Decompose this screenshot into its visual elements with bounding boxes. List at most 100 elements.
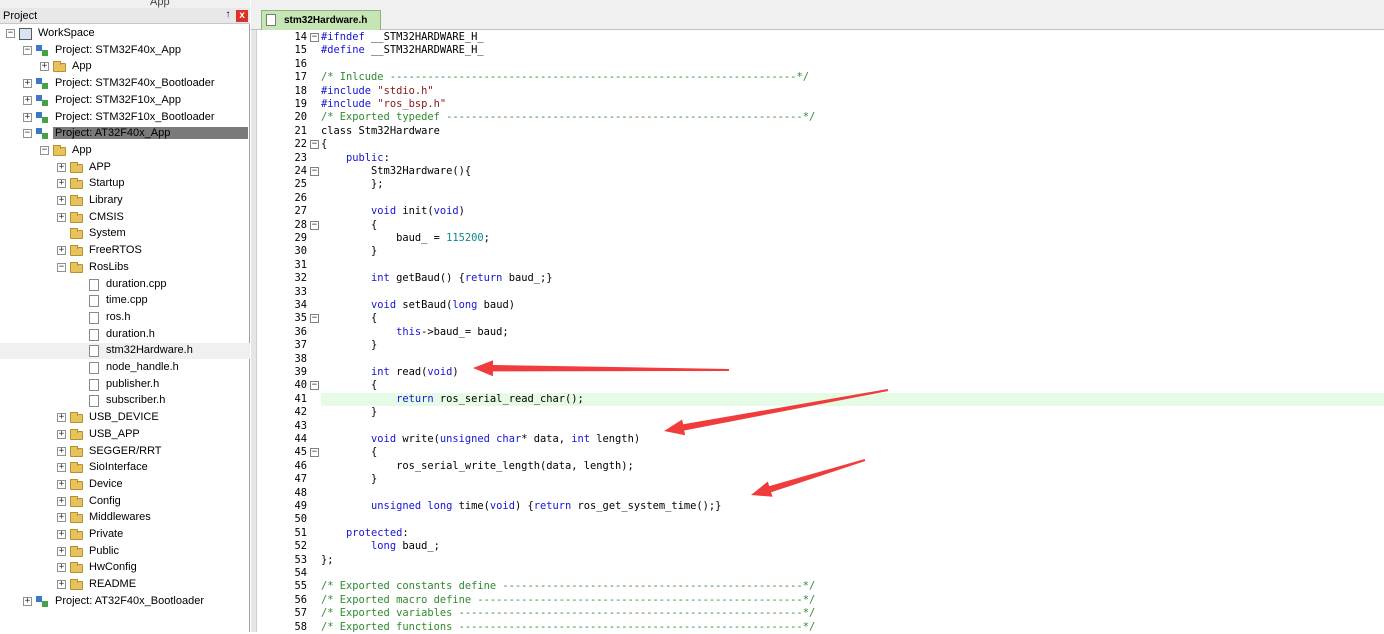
tree-item[interactable]: time.cpp: [0, 293, 250, 309]
folder-icon: [69, 445, 85, 459]
folder-icon: [69, 561, 85, 575]
toolbar-app-label[interactable]: App: [150, 0, 170, 8]
tree-item-label: Project: STM32F40x_App: [55, 43, 181, 56]
editor-tabbar: stm32Hardware.h: [251, 0, 1384, 30]
expand-icon[interactable]: +: [57, 479, 66, 489]
tree-item-label: stm32Hardware.h: [106, 344, 193, 357]
tree-item-label: FreeRTOS: [89, 244, 142, 257]
folder-icon: [69, 411, 85, 425]
tree-item[interactable]: System: [0, 226, 250, 242]
tree-item[interactable]: subscriber.h: [0, 393, 250, 409]
tree-item-label: SioInterface: [89, 461, 148, 474]
collapse-icon[interactable]: −: [57, 262, 66, 272]
expand-icon[interactable]: +: [23, 596, 32, 606]
folder-icon: [69, 161, 85, 175]
folder-icon: [69, 578, 85, 592]
file-icon: [86, 378, 102, 392]
tree-item-label: duration.h: [106, 327, 155, 340]
workspace-icon: [18, 27, 34, 41]
tree-item[interactable]: + Project: STM32F10x_App: [0, 93, 250, 109]
tree-item[interactable]: − App: [0, 143, 250, 159]
tree-item[interactable]: stm32Hardware.h: [0, 343, 250, 360]
pin-icon[interactable]: ↑: [222, 9, 234, 20]
code-editor[interactable]: 14− #ifndef __STM32HARDWARE_H_ 15 #define _…: [251, 30, 1384, 633]
tree-item[interactable]: + SEGGER/RRT: [0, 444, 250, 460]
expand-icon[interactable]: +: [57, 246, 66, 256]
tree-item-label: Project: AT32F40x_Bootloader: [55, 594, 204, 607]
folder-icon: [69, 244, 85, 258]
arrow-icon: [664, 389, 889, 436]
tree-item[interactable]: + HwConfig: [0, 560, 250, 576]
panel-title: Project: [3, 10, 38, 22]
expand-icon[interactable]: +: [23, 95, 32, 105]
tree-item[interactable]: node_handle.h: [0, 360, 250, 376]
tree-item[interactable]: + Project: STM32F40x_Bootloader: [0, 76, 250, 92]
tree-item[interactable]: + APP: [0, 160, 250, 176]
tree-item-label: Middlewares: [89, 511, 151, 524]
tree-item[interactable]: duration.cpp: [0, 277, 250, 293]
folder-icon: [52, 60, 68, 74]
tree-item[interactable]: + Middlewares: [0, 510, 250, 526]
expand-icon[interactable]: +: [57, 212, 66, 222]
close-icon[interactable]: x: [236, 10, 248, 22]
tree-item[interactable]: + CMSIS: [0, 210, 250, 226]
tree-item-label: HwConfig: [89, 561, 137, 574]
expand-icon[interactable]: +: [23, 79, 32, 89]
expand-icon[interactable]: +: [57, 513, 66, 523]
tree-item[interactable]: + Project: AT32F40x_Bootloader: [0, 594, 250, 610]
tree-item-label: USB_APP: [89, 427, 140, 440]
tree-item[interactable]: + USB_DEVICE: [0, 410, 250, 426]
tree-item-label: Public: [89, 544, 119, 557]
tree-item[interactable]: + Public: [0, 544, 250, 560]
expand-icon[interactable]: +: [57, 463, 66, 473]
tree-item[interactable]: + FreeRTOS: [0, 243, 250, 259]
expand-icon[interactable]: +: [57, 446, 66, 456]
project-icon: [35, 111, 51, 125]
tree-item[interactable]: ros.h: [0, 310, 250, 326]
expand-icon[interactable]: +: [57, 429, 66, 439]
collapse-icon[interactable]: −: [23, 45, 32, 55]
tree-item[interactable]: + App: [0, 59, 250, 75]
expand-icon[interactable]: +: [57, 563, 66, 573]
folder-icon: [69, 211, 85, 225]
file-icon: [266, 14, 276, 26]
folder-icon: [69, 227, 85, 241]
collapse-icon[interactable]: −: [40, 145, 49, 155]
expand-icon[interactable]: +: [57, 546, 66, 556]
tree-item[interactable]: − WorkSpace: [0, 26, 250, 42]
expand-icon[interactable]: +: [40, 62, 49, 72]
tree-item[interactable]: duration.h: [0, 327, 250, 343]
tree-item-label: Project: STM32F40x_Bootloader: [55, 77, 215, 90]
expand-icon[interactable]: +: [57, 196, 66, 205]
tree-item[interactable]: + README: [0, 577, 250, 593]
expand-icon[interactable]: +: [57, 413, 66, 423]
tree-item[interactable]: − Project: AT32F40x_App: [0, 126, 250, 142]
file-tab[interactable]: stm32Hardware.h: [261, 10, 381, 30]
expand-icon[interactable]: +: [57, 162, 66, 172]
collapse-icon[interactable]: −: [6, 29, 15, 38]
expand-icon[interactable]: +: [57, 496, 66, 506]
expand-icon[interactable]: +: [57, 580, 66, 590]
tree-item[interactable]: publisher.h: [0, 377, 250, 393]
tree-item[interactable]: − RosLibs: [0, 260, 250, 276]
folder-icon: [69, 461, 85, 475]
collapse-icon[interactable]: −: [23, 129, 32, 139]
expand-icon[interactable]: +: [23, 112, 32, 122]
folder-icon: [69, 428, 85, 442]
tree-item[interactable]: + USB_APP: [0, 427, 250, 443]
tree-item[interactable]: + SioInterface: [0, 460, 250, 476]
folder-icon: [69, 545, 85, 559]
tree-item[interactable]: − Project: STM32F40x_App: [0, 43, 250, 59]
tree-item[interactable]: + Library: [0, 193, 250, 209]
project-icon: [35, 77, 51, 91]
project-icon: [35, 94, 51, 108]
tree-item[interactable]: + Startup: [0, 176, 250, 192]
file-icon: [86, 394, 102, 408]
tree-item[interactable]: + Private: [0, 527, 250, 543]
file-icon: [86, 311, 102, 325]
tree-item[interactable]: + Project: STM32F10x_Bootloader: [0, 110, 250, 126]
tree-item[interactable]: + Device: [0, 477, 250, 493]
expand-icon[interactable]: +: [57, 530, 66, 539]
tree-item[interactable]: + Config: [0, 494, 250, 510]
expand-icon[interactable]: +: [57, 179, 66, 189]
